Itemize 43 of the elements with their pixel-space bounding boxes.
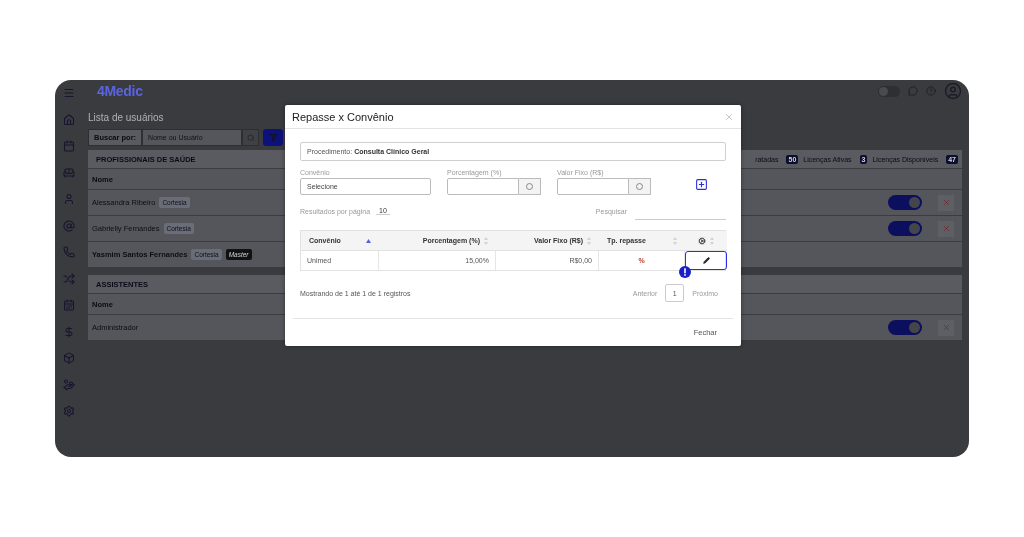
user-icon[interactable] <box>63 193 75 205</box>
close-icon <box>941 198 951 207</box>
pencil-icon <box>702 257 710 264</box>
modal-title: Repasse x Convênio <box>292 110 394 123</box>
active-toggle[interactable] <box>888 195 922 210</box>
sort-ascending-icon[interactable] <box>366 238 371 243</box>
filter-button[interactable] <box>263 129 284 146</box>
close-icon <box>941 323 951 332</box>
delete-button[interactable] <box>938 220 954 237</box>
page-title: Lista de usuários <box>88 112 164 123</box>
search-icon <box>246 133 255 142</box>
add-button[interactable] <box>695 178 708 191</box>
active-toggle[interactable] <box>888 221 922 236</box>
menu-icon[interactable] <box>63 87 75 99</box>
close-icon <box>724 111 734 122</box>
logo: 4Medic <box>97 83 143 99</box>
search-button[interactable] <box>242 129 260 146</box>
plus-icon <box>695 178 708 191</box>
filter-icon <box>268 133 278 142</box>
hand-coins-icon[interactable] <box>63 378 75 391</box>
addon-button[interactable] <box>519 178 541 195</box>
exclamation-marker-icon <box>679 266 691 278</box>
input-field[interactable] <box>447 178 519 195</box>
close-button[interactable] <box>724 111 734 122</box>
delete-button[interactable] <box>938 194 954 211</box>
avatar-icon[interactable] <box>944 82 962 100</box>
theme-toggle[interactable] <box>878 85 900 97</box>
at-sign-icon[interactable] <box>63 219 75 232</box>
close-icon <box>941 224 951 233</box>
delete-button[interactable] <box>938 319 954 336</box>
phone-icon[interactable] <box>63 246 75 258</box>
input-field[interactable] <box>557 178 629 195</box>
home-icon[interactable] <box>63 113 75 126</box>
sofa-icon[interactable] <box>63 166 75 179</box>
addon-button[interactable] <box>629 178 651 195</box>
box-icon[interactable] <box>63 352 75 364</box>
edit-button[interactable] <box>702 257 710 264</box>
calendar-icon[interactable] <box>63 140 75 152</box>
calendar-icon[interactable] <box>63 299 75 311</box>
chat-icon[interactable] <box>908 86 918 96</box>
dollar-icon[interactable] <box>63 325 75 338</box>
active-toggle[interactable] <box>888 320 922 335</box>
shuffle-icon[interactable] <box>63 272 75 285</box>
